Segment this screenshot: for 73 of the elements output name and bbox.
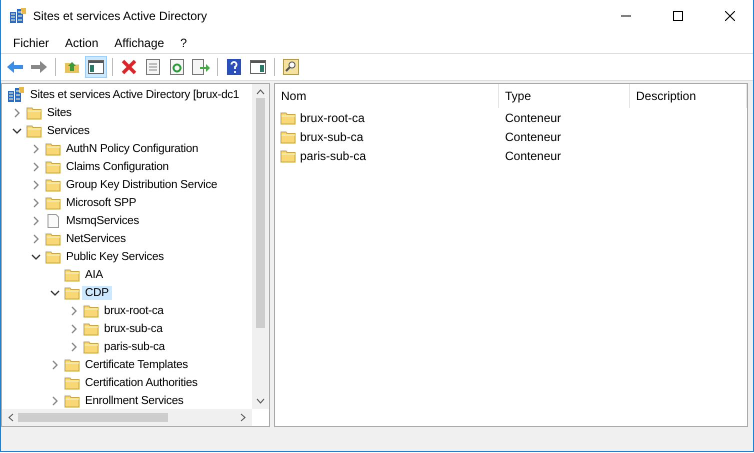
menu-item[interactable]: ?	[172, 36, 195, 50]
menu-item[interactable]: Affichage	[106, 36, 172, 50]
tree-item[interactable]: brux-root-ca	[101, 304, 167, 318]
tree-item[interactable]: Enrollment Services	[82, 394, 186, 408]
folder-icon	[280, 148, 296, 162]
folder-icon	[64, 394, 80, 408]
export-list-icon[interactable]	[192, 59, 210, 75]
item-name[interactable]: paris-sub-ca	[300, 148, 366, 162]
tree-item[interactable]: CDP	[82, 286, 112, 300]
tree-item[interactable]: Public Key Services	[63, 250, 167, 264]
tree-item[interactable]: brux-sub-ca	[101, 322, 166, 336]
item-type: Conteneur	[504, 130, 562, 144]
tree-item[interactable]: Sites et services Active Directory [brux-dc1	[27, 88, 242, 102]
tree-item[interactable]: Certificate Templates	[82, 358, 191, 372]
tree-item[interactable]: Certification Authorities	[82, 376, 201, 390]
document-icon	[45, 214, 61, 228]
tree-item[interactable]: MsmqServices	[63, 214, 142, 228]
properties-icon[interactable]	[146, 59, 160, 75]
scroll-left-icon[interactable]	[8, 413, 14, 422]
tree-item[interactable]: NetServices	[63, 232, 129, 246]
tree-item[interactable]: Microsoft SPP	[63, 196, 140, 210]
help-icon[interactable]	[227, 59, 241, 75]
scroll-down-icon[interactable]	[256, 398, 265, 404]
tree-item[interactable]: Services	[44, 124, 92, 138]
item-type: Conteneur	[504, 110, 562, 124]
folder-icon	[45, 160, 61, 174]
tree-item[interactable]: Claims Configuration	[63, 160, 172, 174]
item-name[interactable]: brux-sub-ca	[300, 130, 364, 144]
up-folder-icon[interactable]	[64, 60, 80, 74]
item-type: Conteneur	[504, 148, 562, 162]
folder-icon	[64, 376, 80, 390]
close-icon[interactable]	[725, 11, 735, 21]
folder-icon	[64, 286, 80, 300]
scroll-up-icon[interactable]	[256, 89, 265, 95]
tree-item[interactable]: paris-sub-ca	[101, 340, 168, 354]
column-header[interactable]: Nom	[275, 84, 499, 108]
buildings-icon	[9, 8, 27, 24]
menu-item[interactable]: Fichier	[5, 36, 58, 50]
folder-icon	[45, 250, 61, 264]
folder-icon	[280, 110, 296, 124]
folder-icon	[64, 358, 80, 372]
menu-item[interactable]: Action	[57, 36, 106, 50]
tree-item[interactable]: Sites	[44, 106, 75, 120]
show-tree-button[interactable]	[85, 56, 107, 78]
folder-icon	[45, 196, 61, 210]
back-icon[interactable]	[6, 60, 24, 74]
folder-icon	[280, 130, 296, 144]
item-name[interactable]: brux-root-ca	[300, 110, 365, 124]
forward-icon[interactable]	[30, 60, 48, 74]
folder-icon	[26, 106, 42, 120]
tree-item[interactable]: Group Key Distribution Service	[63, 178, 220, 192]
column-header[interactable]: Description	[630, 84, 747, 108]
show-action-pane-icon[interactable]	[250, 60, 266, 74]
folder-icon	[26, 124, 42, 138]
delete-icon[interactable]	[121, 59, 137, 75]
horizontal-scrollbar[interactable]	[2, 409, 252, 426]
maximize-icon[interactable]	[673, 11, 683, 21]
folder-icon	[83, 340, 99, 354]
tree-item[interactable]: AuthN Policy Configuration	[63, 142, 202, 156]
folder-icon	[45, 232, 61, 246]
folder-icon	[83, 304, 99, 318]
folder-icon	[83, 322, 99, 336]
buildings-icon	[7, 87, 25, 103]
folder-icon	[64, 268, 80, 282]
refresh-icon[interactable]	[170, 59, 184, 75]
vertical-scrollbar[interactable]	[252, 84, 269, 409]
find-icon[interactable]	[283, 59, 299, 75]
window-title: Sites et services Active Directory	[33, 9, 208, 23]
scroll-right-icon[interactable]	[240, 413, 246, 422]
column-header[interactable]: Type	[499, 84, 630, 108]
tree-item[interactable]: AIA	[82, 268, 106, 282]
folder-icon	[45, 178, 61, 192]
folder-icon	[45, 142, 61, 156]
